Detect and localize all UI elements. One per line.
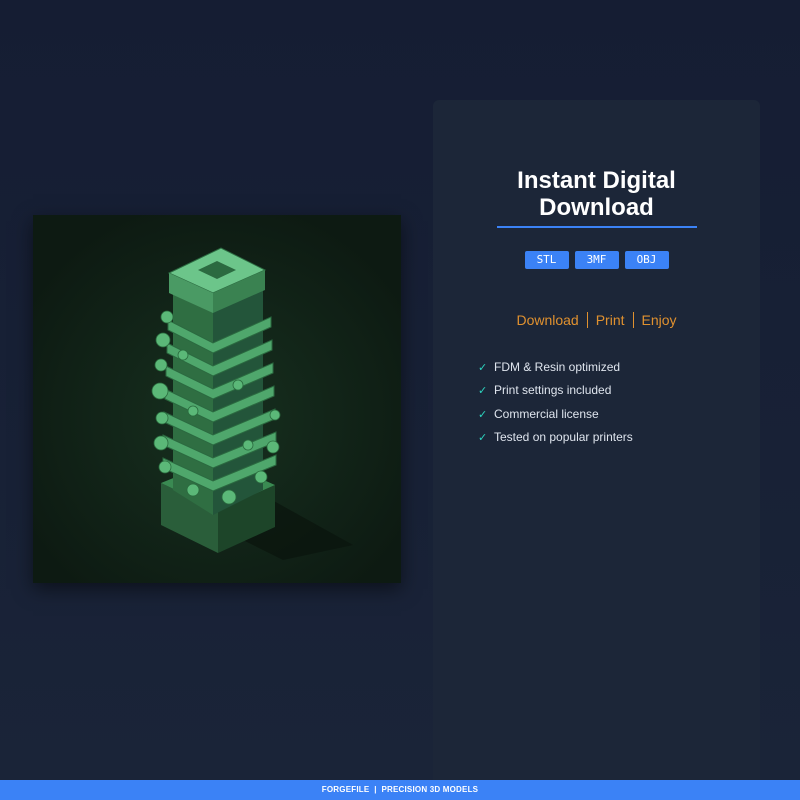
feature-item: ✓ Tested on popular printers <box>478 429 633 452</box>
check-icon: ✓ <box>478 385 488 398</box>
format-badges: STL 3MF OBJ <box>433 251 760 269</box>
feature-label: Commercial license <box>494 406 599 421</box>
footer-text: FORGEFILE | PRECISION 3D MODELS <box>321 785 479 794</box>
step-enjoy: Enjoy <box>641 312 677 328</box>
panel-title-line1: Instant Digital <box>517 167 676 194</box>
check-icon: ✓ <box>478 362 488 374</box>
step-download: Download <box>516 312 579 328</box>
format-badge-3mf: 3MF <box>574 251 619 269</box>
panel-title-line2: Download <box>539 194 654 221</box>
check-icon: ✓ <box>478 408 488 421</box>
brand-footer: FORGEFILE | PRECISION 3D MODELS <box>0 780 800 800</box>
feature-item: ✓ Commercial license <box>478 406 633 429</box>
check-icon: ✓ <box>478 431 488 444</box>
panel-title: Instant Digital Download <box>433 167 760 221</box>
feature-item: ✓ FDM & Resin optimized <box>478 359 633 382</box>
feature-label: Print settings included <box>494 383 612 398</box>
feature-label: Tested on popular printers <box>494 429 633 444</box>
feature-list: ✓ FDM & Resin optimized ✓ Print settings i… <box>478 359 633 452</box>
format-badge-stl: STL <box>524 251 569 269</box>
title-underline <box>497 226 697 228</box>
feature-label: FDM & Resin optimized <box>494 360 621 374</box>
feature-item: ✓ Print settings included <box>478 382 633 405</box>
step-print: Print <box>595 312 625 328</box>
download-info-panel: Instant Digital Download STL 3MF OBJ Dow… <box>433 100 760 780</box>
step-separator <box>586 312 588 328</box>
format-badge-obj: OBJ <box>624 251 669 269</box>
steps-line: Download Print Enjoy <box>433 312 760 328</box>
model-preview-image <box>33 215 401 583</box>
step-separator <box>632 312 634 328</box>
